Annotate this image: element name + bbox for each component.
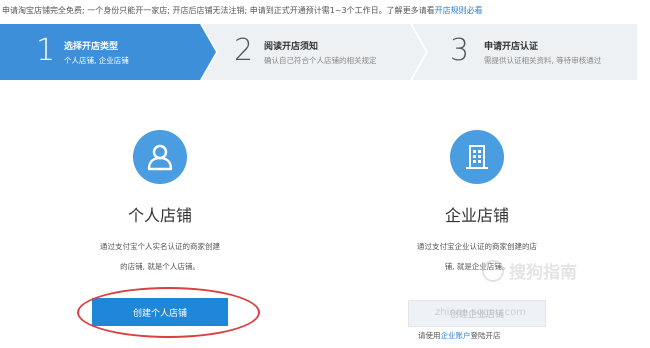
enterprise-store-title: 企业店铺 (444, 206, 509, 225)
step-1-number: 1 (36, 33, 56, 68)
step-1-title: 选择开店类型 (64, 42, 119, 52)
step-2-title: 阅读开店须知 (264, 42, 319, 52)
step-progress: 1 选择开店类型 个人店铺, 企业店铺 2 阅读开店须知 确认自己符合个人店铺的… (0, 24, 637, 80)
notice-bar: 申请淘宝店铺完全免费; 一个身份只能开一家店; 开店后店铺无法注销; 申请到正式… (2, 5, 483, 16)
person-icon (133, 130, 187, 184)
enterprise-account-link[interactable]: 企业账户 (441, 331, 471, 340)
hint-suffix: 登陆开店 (470, 331, 501, 340)
create-personal-store-button[interactable]: 创建个人店铺 (92, 298, 228, 326)
personal-desc-line2: 的店铺, 就是个人店铺。 (120, 262, 200, 271)
notice-text: 申请淘宝店铺完全免费; 一个身份只能开一家店; 开店后店铺无法注销; 申请到正式… (2, 6, 435, 15)
personal-store-desc: 通过支付宝个人实名认证的商家创建 的店铺, 就是个人店铺。 (75, 237, 245, 277)
personal-store-title: 个人店铺 (127, 206, 192, 225)
watermark-overlay: zhinan.sogou.com (435, 307, 527, 318)
personal-desc-line1: 通过支付宝个人实名认证的商家创建 (100, 242, 220, 251)
step-3: 3 申请开店认证 需提供认证相关资料, 等待审核通过 (412, 24, 637, 80)
step-1-desc: 个人店铺, 企业店铺 (64, 56, 129, 65)
enterprise-desc-line1: 通过支付宝企业认证的商家创建的店 (417, 242, 537, 251)
step-2-desc: 确认自己符合个人店铺的相关规定 (264, 56, 377, 65)
step-1: 1 选择开店类型 个人店铺, 企业店铺 (0, 24, 216, 80)
building-icon (450, 130, 504, 184)
watermark-logo-icon (482, 259, 504, 282)
create-enterprise-store-button[interactable]: 创建企业店铺 zhinan.sogou.com (408, 300, 546, 327)
hint-prefix: 请使用 (418, 331, 441, 340)
watermark-text: 搜狗指南 (509, 263, 577, 283)
step-3-desc: 需提供认证相关资料, 等待审核通过 (484, 56, 602, 65)
step-3-number: 3 (450, 33, 470, 68)
step-3-title: 申请开店认证 (484, 42, 539, 52)
rules-link[interactable]: 开店规则必看 (435, 6, 483, 15)
sogou-watermark: 搜狗指南 (482, 258, 577, 283)
enterprise-login-hint: 请使用企业账户登陆开店 (418, 330, 501, 341)
step-2-number: 2 (234, 33, 254, 68)
step-2: 2 阅读开店须知 确认自己符合个人店铺的相关规定 (202, 24, 426, 80)
